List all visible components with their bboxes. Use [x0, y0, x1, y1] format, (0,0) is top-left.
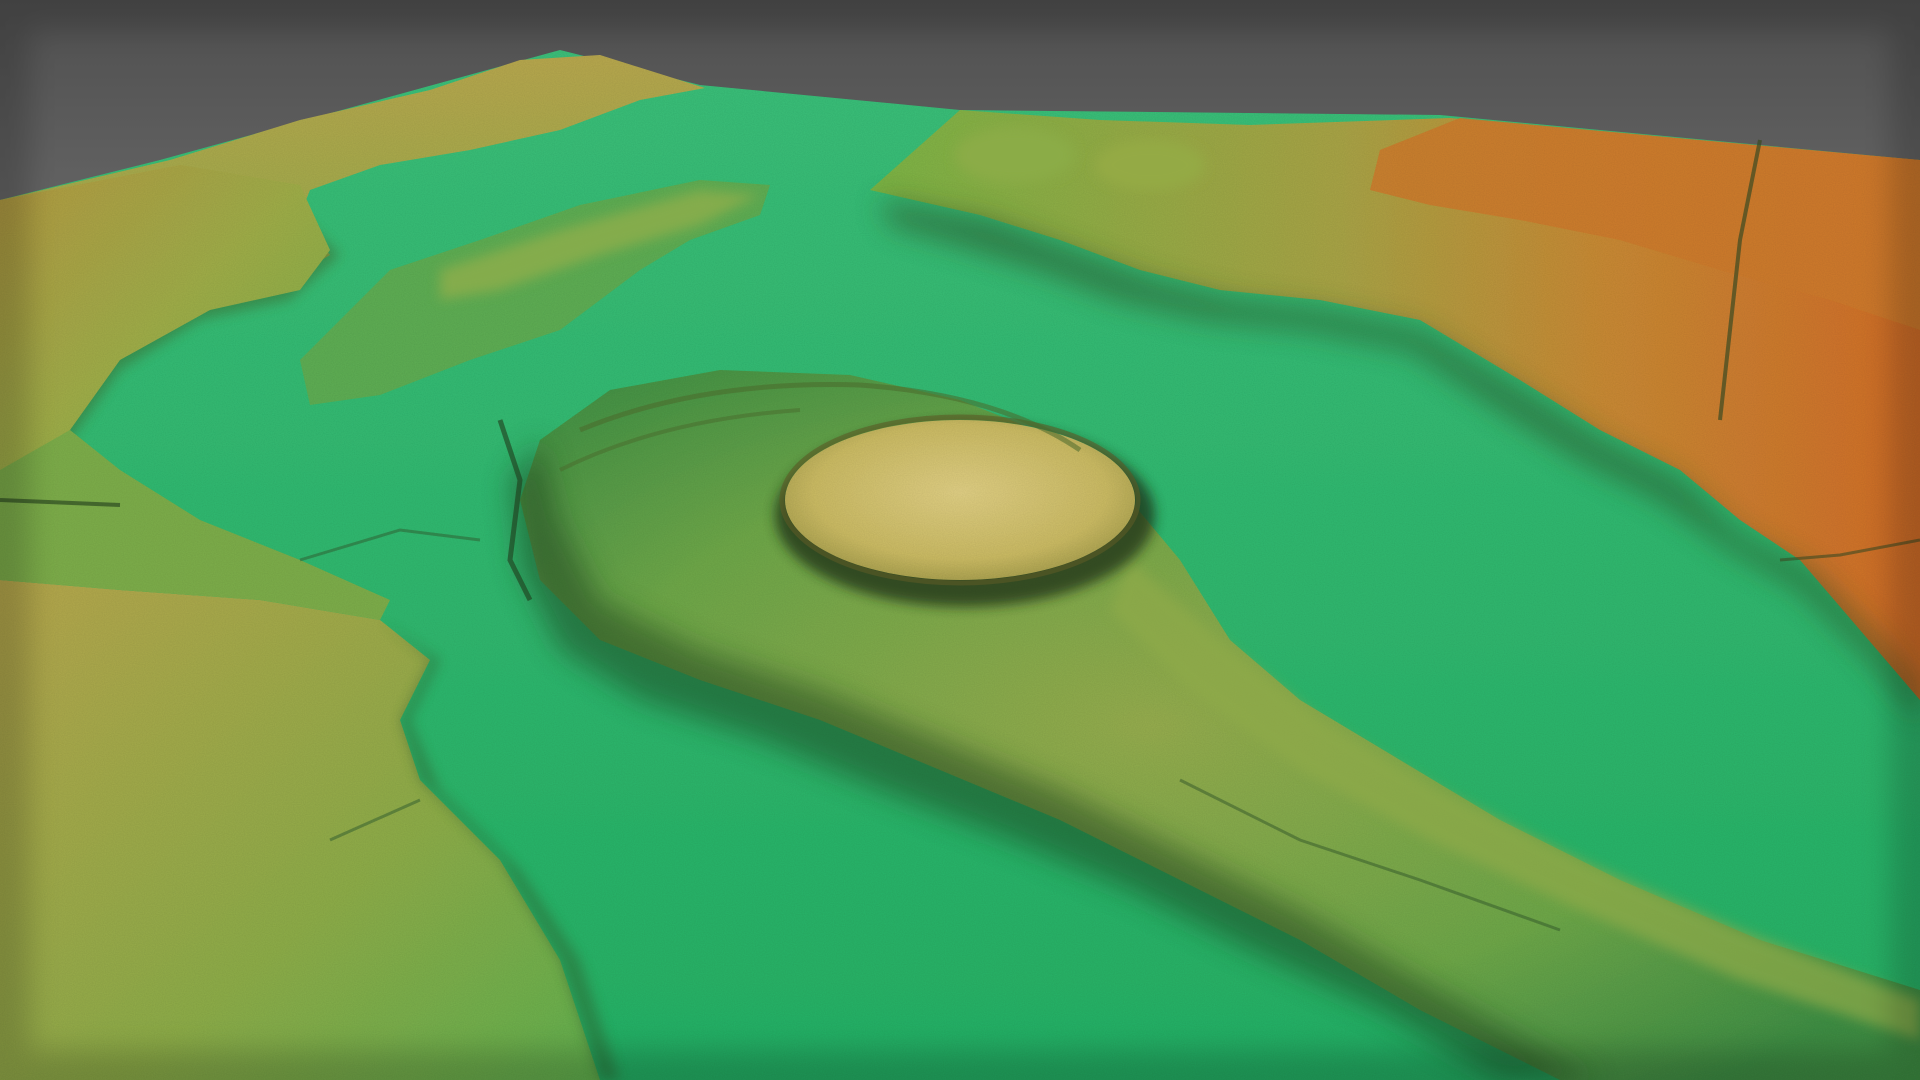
terrain-render[interactable]	[0, 0, 1920, 1080]
right-upland-mound-2	[1095, 140, 1205, 190]
right-upland-mound-1	[955, 127, 1075, 183]
hilltop-plateau	[785, 420, 1135, 580]
terrain-viewport[interactable]	[0, 0, 1920, 1080]
